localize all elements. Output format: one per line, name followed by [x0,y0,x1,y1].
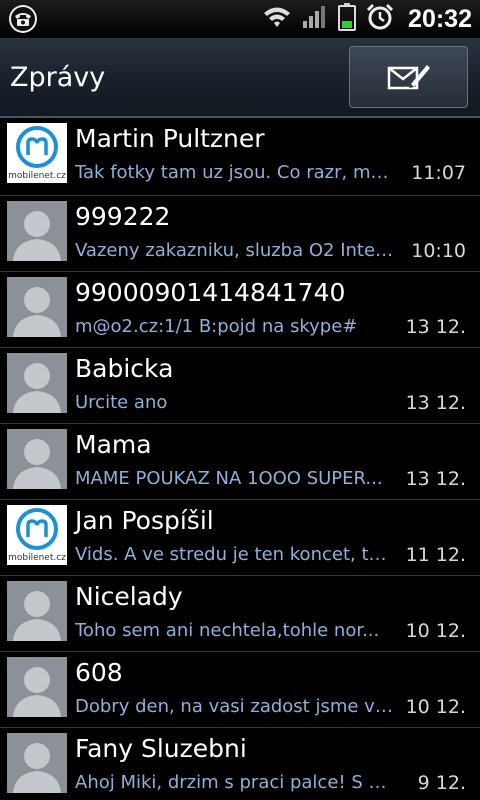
message-time: 11:07 [411,162,466,184]
contact-name: Babicka [75,354,174,383]
message-preview: MAME POUKAZ NA 1OOO SUPER... [75,468,383,489]
thread-list: mobilenet.cz Martin Pultzner Tak fotky ta… [0,118,480,800]
message-time: 10:10 [411,240,466,262]
conversation-row[interactable]: 999222 Vazeny zakazniku, sluzba O2 Inter.… [0,196,480,272]
conversation-row[interactable]: Babicka Urcite ano 13 12. [0,348,480,424]
contact-name: 999222 [75,202,171,231]
message-time: 13 12. [405,392,466,414]
message-preview: Vazeny zakazniku, sluzba O2 Inter... [75,240,395,261]
message-preview: Tak fotky tam uz jsou. Co razr, ma... [75,162,395,183]
message-preview: Vids. A ve stredu je ten koncet, ta... [75,544,395,565]
message-time: 13 12. [405,468,466,490]
contact-name: Martin Pultzner [75,124,265,153]
message-time: 10 12. [405,620,466,642]
mobilenet-logo-avatar[interactable]: mobilenet.cz [7,123,67,183]
voicemail-icon [8,4,38,34]
contact-name: 99000901414841740 [75,278,346,307]
page-title: Zprávy [10,62,106,93]
contact-avatar-icon[interactable] [7,733,67,793]
message-preview: Dobry den, na vasi zadost jsme va... [75,696,395,717]
battery-icon [338,3,357,35]
message-time: 9 12. [417,772,466,794]
conversation-row[interactable]: 608 Dobry den, na vasi zadost jsme va... 1… [0,652,480,728]
message-preview: Ahoj Miki, drzim s praci palce! S byt... [75,772,395,793]
mobilenet-logo-avatar[interactable]: mobilenet.cz [7,505,67,565]
conversation-row[interactable]: mobilenet.cz Jan Pospíšil Vids. A ve stre… [0,500,480,576]
contact-avatar-icon[interactable] [7,657,67,717]
conversation-row[interactable]: Nicelady Toho sem ani nechtela,tohle nor.… [0,576,480,652]
signal-icon [302,4,328,34]
contact-name: 608 [75,658,123,687]
svg-text:mobilenet.cz: mobilenet.cz [8,553,66,563]
conversation-row[interactable]: mobilenet.cz Martin Pultzner Tak fotky ta… [0,118,480,196]
title-bar: Zprávy [0,38,480,118]
contact-avatar-icon[interactable] [7,277,67,337]
contact-name: Fany Sluzebni [75,734,247,763]
contact-name: Mama [75,430,152,459]
status-bar: 20:32 [0,0,480,38]
message-preview: Toho sem ani nechtela,tohle nor... [75,620,380,641]
message-preview: Urcite ano [75,392,168,413]
wifi-icon [262,4,292,34]
contact-name: Nicelady [75,582,183,611]
conversation-row[interactable]: 99000901414841740 m@o2.cz:1/1 B:pojd na s… [0,272,480,348]
clock: 20:32 [408,4,472,33]
compose-message-icon [387,65,430,90]
contact-avatar-icon[interactable] [7,581,67,641]
message-time: 13 12. [405,316,466,338]
message-preview: m@o2.cz:1/1 B:pojd na skype# [75,316,358,337]
message-time: 10 12. [405,696,466,718]
svg-text:mobilenet.cz: mobilenet.cz [8,171,66,181]
conversation-row[interactable]: Mama MAME POUKAZ NA 1OOO SUPER... 13 12. [0,424,480,500]
message-time: 11 12. [405,544,466,566]
contact-avatar-icon[interactable] [7,201,67,261]
compose-button[interactable] [349,46,468,108]
alarm-icon [366,3,394,35]
conversation-row[interactable]: Fany Sluzebni Ahoj Miki, drzim s praci pa… [0,728,480,800]
contact-name: Jan Pospíšil [75,506,214,535]
contact-avatar-icon[interactable] [7,429,67,489]
contact-avatar-icon[interactable] [7,353,67,413]
